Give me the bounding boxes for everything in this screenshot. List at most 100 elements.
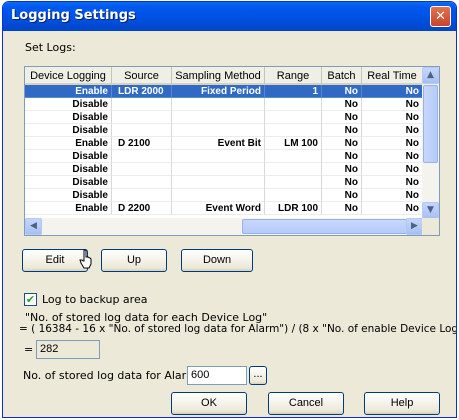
cell-batch: No	[322, 98, 362, 111]
scroll-left-icon[interactable]: ◀	[25, 218, 42, 235]
cell-sampling-method	[172, 98, 265, 111]
cell-source: D 2100	[112, 137, 172, 150]
cell-sampling-method	[172, 124, 265, 137]
cell-device-logging: Disable	[25, 111, 112, 124]
vertical-scrollbar[interactable]: ▲ ▼	[422, 67, 439, 219]
cell-batch: No	[322, 163, 362, 176]
cell-source	[112, 189, 172, 202]
table-row[interactable]: Enable D 2200 Event Word LDR 100 No No	[25, 202, 423, 215]
column-header-sampling-method[interactable]: Sampling Method	[172, 67, 265, 85]
alarm-label: No. of stored log data for Alarm:	[23, 369, 201, 382]
cell-range	[265, 176, 322, 189]
table-row[interactable]: Disable No No	[25, 189, 423, 202]
browse-button[interactable]: ...	[249, 366, 267, 385]
cell-source	[112, 176, 172, 189]
column-header-range[interactable]: Range	[265, 67, 322, 85]
cell-sampling-method	[172, 189, 265, 202]
table-row[interactable]: Disable No No	[25, 124, 423, 137]
alarm-count-input[interactable]: 600	[187, 366, 247, 385]
cell-batch: No	[322, 124, 362, 137]
stored-log-count-field: 282	[36, 340, 100, 359]
cell-source: D 2200	[112, 202, 172, 215]
column-header-source[interactable]: Source	[112, 67, 172, 85]
cell-range	[265, 98, 322, 111]
scroll-down-icon[interactable]: ▼	[422, 202, 439, 219]
scroll-up-icon[interactable]: ▲	[422, 67, 439, 84]
cell-device-logging: Enable	[25, 202, 112, 215]
cell-real-time: No	[362, 124, 423, 137]
logging-settings-dialog: Logging Settings ✕ Set Logs: Device Logg…	[2, 1, 457, 418]
ok-button[interactable]: OK	[171, 392, 247, 415]
help-button[interactable]: Help	[364, 392, 440, 415]
cell-batch: No	[322, 189, 362, 202]
horizontal-scrollbar[interactable]: ◀ ▶	[25, 218, 423, 235]
dialog-title: Logging Settings	[11, 8, 136, 23]
cell-source	[112, 111, 172, 124]
cell-batch: No	[322, 85, 362, 98]
formula-line-2: = ( 16384 - 16 x "No. of stored log data…	[19, 323, 457, 335]
cell-device-logging: Enable	[25, 85, 112, 98]
cell-real-time: No	[362, 85, 423, 98]
cell-device-logging: Disable	[25, 163, 112, 176]
cell-device-logging: Disable	[25, 189, 112, 202]
column-header-batch[interactable]: Batch	[322, 67, 362, 85]
cell-batch: No	[322, 111, 362, 124]
column-header-real-time[interactable]: Real Time	[362, 67, 423, 85]
cell-range	[265, 189, 322, 202]
cell-device-logging: Disable	[25, 176, 112, 189]
cell-range: LM 100	[265, 137, 322, 150]
cell-real-time: No	[362, 189, 423, 202]
cell-batch: No	[322, 202, 362, 215]
horizontal-scroll-thumb[interactable]	[242, 219, 407, 234]
cell-sampling-method	[172, 163, 265, 176]
title-bar: Logging Settings ✕	[3, 2, 456, 31]
cell-batch: No	[322, 150, 362, 163]
table-row[interactable]: Disable No No	[25, 98, 423, 111]
cell-real-time: No	[362, 111, 423, 124]
close-button[interactable]: ✕	[430, 6, 451, 27]
cell-device-logging: Disable	[25, 98, 112, 111]
table-row[interactable]: Enable LDR 2000 Fixed Period 1 No No	[25, 85, 423, 98]
table-row[interactable]: Disable No No	[25, 150, 423, 163]
cell-real-time: No	[362, 176, 423, 189]
table-row[interactable]: Disable No No	[25, 111, 423, 124]
table-row[interactable]: Disable No No	[25, 163, 423, 176]
backup-checkbox[interactable]: ✔	[24, 293, 37, 306]
backup-label[interactable]: Log to backup area	[42, 293, 147, 306]
cell-source	[112, 124, 172, 137]
cell-device-logging: Enable	[25, 137, 112, 150]
hand-cursor-icon	[79, 249, 92, 269]
cell-range	[265, 124, 322, 137]
set-logs-label: Set Logs:	[25, 41, 76, 54]
cell-range	[265, 150, 322, 163]
cell-sampling-method: Event Bit	[172, 137, 265, 150]
cell-device-logging: Disable	[25, 150, 112, 163]
cell-sampling-method: Fixed Period	[172, 85, 265, 98]
cell-real-time: No	[362, 98, 423, 111]
cell-batch: No	[322, 137, 362, 150]
down-button[interactable]: Down	[181, 249, 253, 272]
cell-range: 1	[265, 85, 322, 98]
cell-sampling-method: Event Word	[172, 202, 265, 215]
cell-sampling-method	[172, 111, 265, 124]
cell-range	[265, 111, 322, 124]
cancel-button[interactable]: Cancel	[268, 392, 344, 415]
cell-batch: No	[322, 176, 362, 189]
scroll-right-icon[interactable]: ▶	[406, 218, 423, 235]
cell-source	[112, 163, 172, 176]
formula-equals: =	[24, 343, 34, 356]
table-row[interactable]: Enable D 2100 Event Bit LM 100 No No	[25, 137, 423, 150]
cell-device-logging: Disable	[25, 124, 112, 137]
table-header: Device Logging Source Sampling Method Ra…	[25, 67, 423, 85]
cell-real-time: No	[362, 137, 423, 150]
cell-range: LDR 100	[265, 202, 322, 215]
cell-real-time: No	[362, 150, 423, 163]
cell-source	[112, 98, 172, 111]
cell-source	[112, 150, 172, 163]
column-header-device-logging[interactable]: Device Logging	[25, 67, 112, 85]
logs-table[interactable]: Device Logging Source Sampling Method Ra…	[24, 66, 440, 236]
up-button[interactable]: Up	[101, 249, 167, 272]
vertical-scroll-thumb[interactable]	[423, 85, 438, 163]
table-row[interactable]: Disable No No	[25, 176, 423, 189]
cell-real-time: No	[362, 202, 423, 215]
